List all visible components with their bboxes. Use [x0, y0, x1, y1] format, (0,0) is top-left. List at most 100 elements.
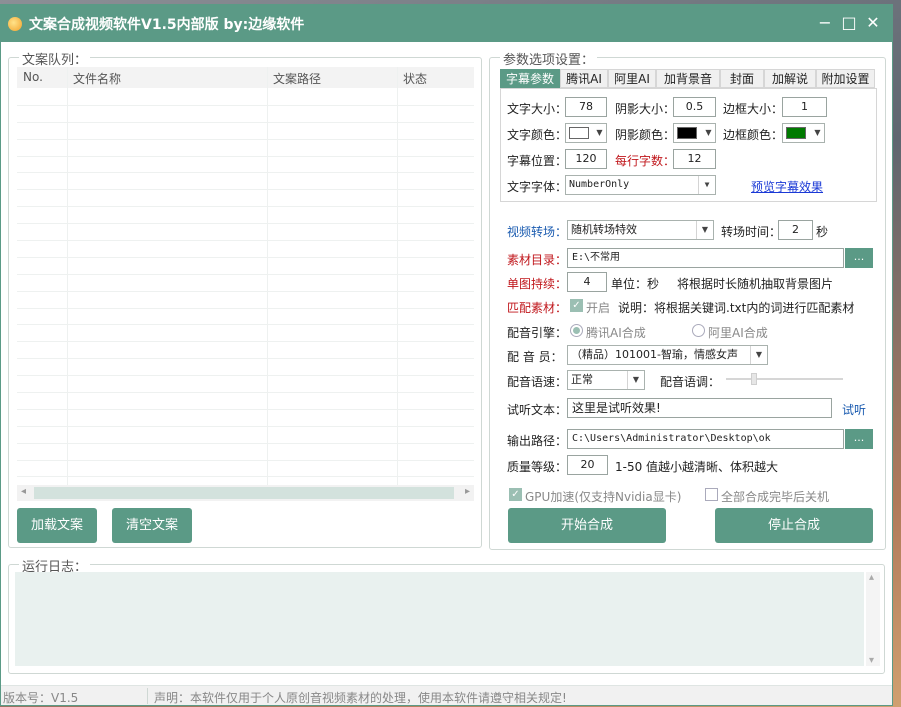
- table-row[interactable]: [17, 140, 474, 157]
- voice-tone-slider[interactable]: [726, 378, 843, 380]
- tab-narration[interactable]: 加解说: [764, 69, 816, 88]
- table-row[interactable]: [17, 258, 474, 275]
- transition-time-input[interactable]: 2: [778, 220, 813, 240]
- table-row[interactable]: [17, 89, 474, 106]
- gpu-accel-label: GPU加速(仅支持Nvidia显卡): [525, 490, 682, 504]
- material-dir-input[interactable]: E:\不常用: [567, 248, 844, 268]
- voice-speed-value: 正常: [571, 373, 593, 386]
- border-color-picker[interactable]: ▼: [782, 123, 825, 143]
- tab-subtitle[interactable]: 字幕参数: [500, 69, 560, 88]
- table-row[interactable]: [17, 275, 474, 292]
- log-vertical-scrollbar[interactable]: ▴ ▾: [866, 572, 880, 666]
- table-row[interactable]: [17, 359, 474, 377]
- engine-ali-radio[interactable]: [692, 324, 705, 337]
- voicer-label: 配 音 员：: [507, 350, 563, 364]
- tab-ali-ai[interactable]: 阿里AI: [608, 69, 656, 88]
- border-size-input[interactable]: 1: [782, 97, 827, 117]
- column-header-status[interactable]: 状态: [403, 70, 427, 87]
- preview-subtitle-link[interactable]: 预览字幕效果: [751, 178, 823, 195]
- table-row[interactable]: [17, 157, 474, 174]
- font-size-input[interactable]: 78: [565, 97, 607, 117]
- table-row[interactable]: [17, 444, 474, 461]
- transition-label: 视频转场：: [507, 225, 568, 239]
- scroll-up-icon[interactable]: ▴: [869, 572, 874, 583]
- browse-output-button[interactable]: ...: [845, 429, 873, 449]
- maximize-button[interactable]: □: [840, 14, 858, 32]
- subtitle-position-input[interactable]: 120: [565, 149, 607, 169]
- test-listen-link[interactable]: 试听: [842, 401, 866, 418]
- chevron-down-icon: ▼: [596, 128, 603, 137]
- gpu-accel-checkbox[interactable]: ✓: [509, 488, 522, 501]
- transition-seconds-unit: 秒: [816, 225, 829, 239]
- table-row[interactable]: [17, 461, 474, 478]
- table-row[interactable]: [17, 427, 474, 444]
- engine-tencent-radio[interactable]: [570, 324, 583, 337]
- tab-tencent-ai[interactable]: 腾讯AI: [560, 69, 608, 88]
- tab-extra-settings[interactable]: 附加设置: [816, 69, 875, 88]
- title-bar[interactable]: 文案合成视频软件V1.5内部版 by:边缘软件 − □ ✕: [1, 5, 892, 42]
- transition-value: 随机转场特效: [571, 223, 637, 236]
- column-header-no[interactable]: No.: [23, 70, 43, 84]
- border-color-label: 边框颜色：: [723, 128, 784, 142]
- column-header-path[interactable]: 文案路径: [273, 70, 321, 87]
- table-row[interactable]: [17, 376, 474, 394]
- quality-input[interactable]: 20: [567, 455, 608, 475]
- log-textarea[interactable]: [15, 572, 864, 666]
- table-row[interactable]: [17, 224, 474, 242]
- table-row[interactable]: [17, 123, 474, 140]
- clear-script-button[interactable]: 清空文案: [112, 508, 192, 543]
- scroll-down-icon[interactable]: ▾: [869, 655, 874, 666]
- table-row[interactable]: [17, 106, 474, 123]
- table-row[interactable]: [17, 325, 474, 343]
- voice-speed-select[interactable]: 正常 ▼: [567, 370, 645, 390]
- tab-cover[interactable]: 封面: [720, 69, 764, 88]
- table-row[interactable]: [17, 241, 474, 258]
- chars-per-line-input[interactable]: 12: [673, 149, 716, 169]
- match-enable-checkbox[interactable]: ✓: [570, 299, 583, 312]
- close-button[interactable]: ✕: [864, 14, 882, 32]
- queue-table[interactable]: No. 文件名称 文案路径 状态: [17, 67, 474, 485]
- queue-horizontal-scrollbar[interactable]: ◂ ▸: [17, 485, 474, 501]
- column-header-filename[interactable]: 文件名称: [73, 70, 121, 87]
- output-path-label: 输出路径：: [507, 434, 568, 448]
- shadow-color-picker[interactable]: ▼: [673, 123, 716, 143]
- params-tabs: 字幕参数 腾讯AI 阿里AI 加背景音 封面 加解说 附加设置: [500, 69, 875, 88]
- table-row[interactable]: [17, 292, 474, 309]
- start-compose-button[interactable]: 开始合成: [508, 508, 666, 543]
- table-row[interactable]: [17, 342, 474, 360]
- status-separator: [147, 688, 148, 704]
- single-duration-input[interactable]: 4: [567, 272, 607, 292]
- load-script-button[interactable]: 加载文案: [17, 508, 97, 543]
- shutdown-checkbox[interactable]: [705, 488, 718, 501]
- browse-material-button[interactable]: ...: [845, 248, 873, 268]
- match-material-label: 匹配素材：: [507, 301, 568, 315]
- table-row[interactable]: [17, 393, 474, 410]
- font-family-select[interactable]: NumberOnly ▼: [565, 175, 716, 195]
- test-text-input[interactable]: 这里是试听效果!: [567, 398, 832, 418]
- subtitle-tab-panel: 文字大小： 78 阴影大小： 0.5 边框大小： 1 文字颜色： ▼ 阴影颜色：…: [500, 88, 877, 202]
- scroll-thumb[interactable]: [34, 487, 454, 499]
- table-row[interactable]: [17, 207, 474, 225]
- queue-table-body: [17, 89, 474, 478]
- voicer-select[interactable]: （精品）101001-智瑜，情感女声 ▼: [567, 345, 768, 365]
- stop-compose-button[interactable]: 停止合成: [715, 508, 873, 543]
- shadow-color-swatch: [677, 127, 697, 139]
- table-row[interactable]: [17, 410, 474, 427]
- tab-background-music[interactable]: 加背景音: [656, 69, 720, 88]
- output-path-input[interactable]: C:\Users\Administrator\Desktop\ok: [567, 429, 844, 449]
- shutdown-label: 全部合成完毕后关机: [721, 490, 830, 504]
- log-group: 运行日志： ▴ ▾: [8, 556, 885, 674]
- font-color-picker[interactable]: ▼: [565, 123, 607, 143]
- table-row[interactable]: [17, 173, 474, 191]
- table-row[interactable]: [17, 309, 474, 326]
- version-label: 版本号：V1.5: [3, 691, 79, 705]
- app-window: 文案合成视频软件V1.5内部版 by:边缘软件 − □ ✕ 文案队列： No. …: [0, 4, 893, 706]
- scroll-right-icon[interactable]: ▸: [465, 486, 470, 497]
- table-row[interactable]: [17, 190, 474, 208]
- match-hint: 说明：将根据关键词.txt内的词进行匹配素材: [618, 301, 855, 315]
- scroll-left-icon[interactable]: ◂: [21, 486, 26, 497]
- minimize-button[interactable]: −: [816, 14, 834, 32]
- transition-select[interactable]: 随机转场特效 ▼: [567, 220, 714, 240]
- shadow-size-input[interactable]: 0.5: [673, 97, 716, 117]
- voice-tone-slider-thumb[interactable]: [751, 373, 758, 385]
